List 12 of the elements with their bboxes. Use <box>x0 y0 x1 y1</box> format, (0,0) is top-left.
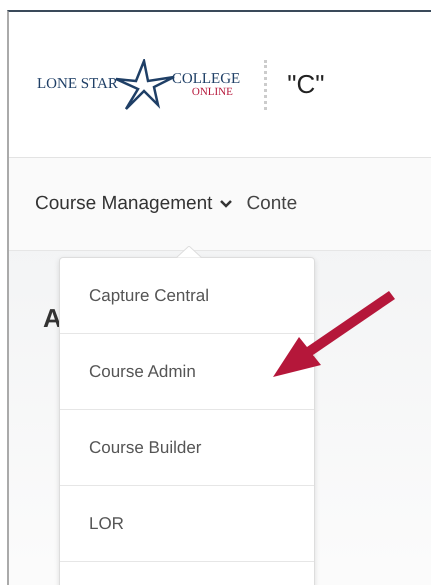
course-title: "C" <box>287 69 324 100</box>
chevron-icon <box>220 200 232 208</box>
logo-text: LONE STAR <box>37 76 118 93</box>
college-logo[interactable]: LONE STAR COLLEGE ONLINE <box>37 58 240 110</box>
menu-item[interactable]: LOR <box>60 486 314 562</box>
nav-menu-button[interactable]: Course Management <box>35 193 232 215</box>
menu-item[interactable]: Course Builder <box>60 410 314 486</box>
nav-menu-button[interactable]: Conte <box>246 193 298 215</box>
logo-subtext: ONLINE <box>192 86 234 98</box>
logo-text: COLLEGE <box>172 72 240 86</box>
page-heading: A <box>43 303 62 333</box>
menu-item[interactable]: Capture Central <box>60 258 314 334</box>
